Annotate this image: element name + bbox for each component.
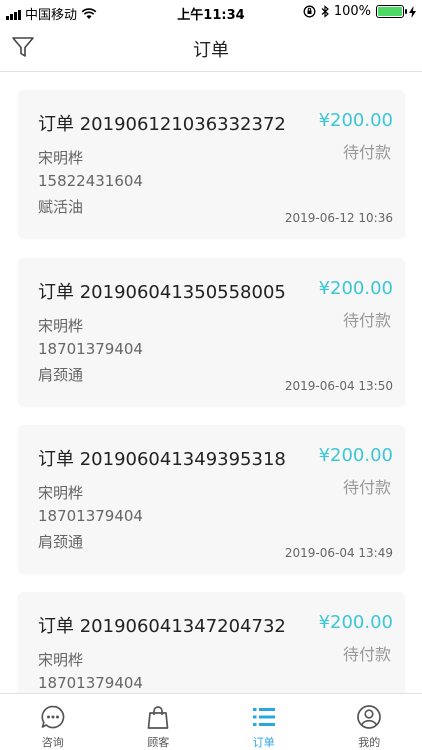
orientation-lock-icon xyxy=(303,5,316,18)
customer-phone: 18701379404 xyxy=(38,674,143,692)
status-bar: 中国移动 上午11:34 100% xyxy=(0,0,422,24)
shopping-bag-icon xyxy=(147,706,169,729)
order-list[interactable]: 订单 201906121036332372 ¥200.00 待付款 宋明桦 15… xyxy=(0,73,422,693)
order-price: ¥200.00 xyxy=(318,612,393,633)
battery-icon xyxy=(376,5,407,18)
battery-percent: 100% xyxy=(333,4,371,19)
charging-icon xyxy=(409,5,416,18)
order-status: 待付款 xyxy=(342,143,391,162)
bluetooth-icon xyxy=(321,5,329,18)
order-number: 订单 201906121036332372 xyxy=(38,114,286,135)
product-name: 肩颈通 xyxy=(38,533,84,551)
customer-name: 宋明桦 xyxy=(38,149,84,167)
order-price: ¥200.00 xyxy=(318,110,393,131)
order-card[interactable]: 订单 201906041347204732 ¥200.00 待付款 宋明桦 18… xyxy=(18,592,405,693)
customer-phone: 15822431604 xyxy=(38,172,143,190)
order-card[interactable]: 订单 201906041350558005 ¥200.00 待付款 宋明桦 18… xyxy=(18,258,405,406)
customer-name: 宋明桦 xyxy=(38,651,84,669)
order-status: 待付款 xyxy=(342,478,391,497)
tab-label: 订单 xyxy=(252,736,275,749)
tab-label: 咨询 xyxy=(41,736,64,749)
product-name: 肩颈通 xyxy=(38,366,84,384)
order-number: 订单 201906041347204732 xyxy=(38,616,286,637)
product-name: 赋活油 xyxy=(38,198,84,216)
customer-phone: 18701379404 xyxy=(38,340,143,358)
order-card[interactable]: 订单 201906121036332372 ¥200.00 待付款 宋明桦 15… xyxy=(18,90,405,238)
order-price: ¥200.00 xyxy=(318,445,393,466)
tab-label: 顾客 xyxy=(147,736,170,749)
customer-name: 宋明桦 xyxy=(38,317,84,335)
order-card[interactable]: 订单 201906041349395318 ¥200.00 待付款 宋明桦 18… xyxy=(18,425,405,573)
chat-bubble-icon xyxy=(41,705,65,729)
order-time: 2019-06-12 10:36 xyxy=(284,211,393,225)
tab-customers[interactable]: 顾客 xyxy=(106,694,212,750)
tab-consult[interactable]: 咨询 xyxy=(0,694,106,750)
status-right: 100% xyxy=(303,4,416,19)
order-status: 待付款 xyxy=(342,311,391,330)
order-number: 订单 201906041350558005 xyxy=(38,282,286,303)
user-profile-icon xyxy=(357,705,382,729)
customer-name: 宋明桦 xyxy=(38,484,84,502)
customer-phone: 18701379404 xyxy=(38,507,143,525)
page-title: 订单 xyxy=(193,40,229,61)
tab-bar: 咨询 顾客 订单 我的 xyxy=(0,693,422,750)
list-icon xyxy=(252,708,275,726)
tab-label: 我的 xyxy=(358,736,381,749)
order-price: ¥200.00 xyxy=(318,278,393,299)
tab-mine[interactable]: 我的 xyxy=(317,694,422,750)
nav-bar: 订单 xyxy=(0,24,422,72)
order-status: 待付款 xyxy=(342,645,391,664)
order-time: 2019-06-04 13:50 xyxy=(284,379,393,393)
order-time: 2019-06-04 13:49 xyxy=(284,546,393,560)
tab-orders[interactable]: 订单 xyxy=(211,694,317,750)
order-number: 订单 201906041349395318 xyxy=(38,449,286,470)
